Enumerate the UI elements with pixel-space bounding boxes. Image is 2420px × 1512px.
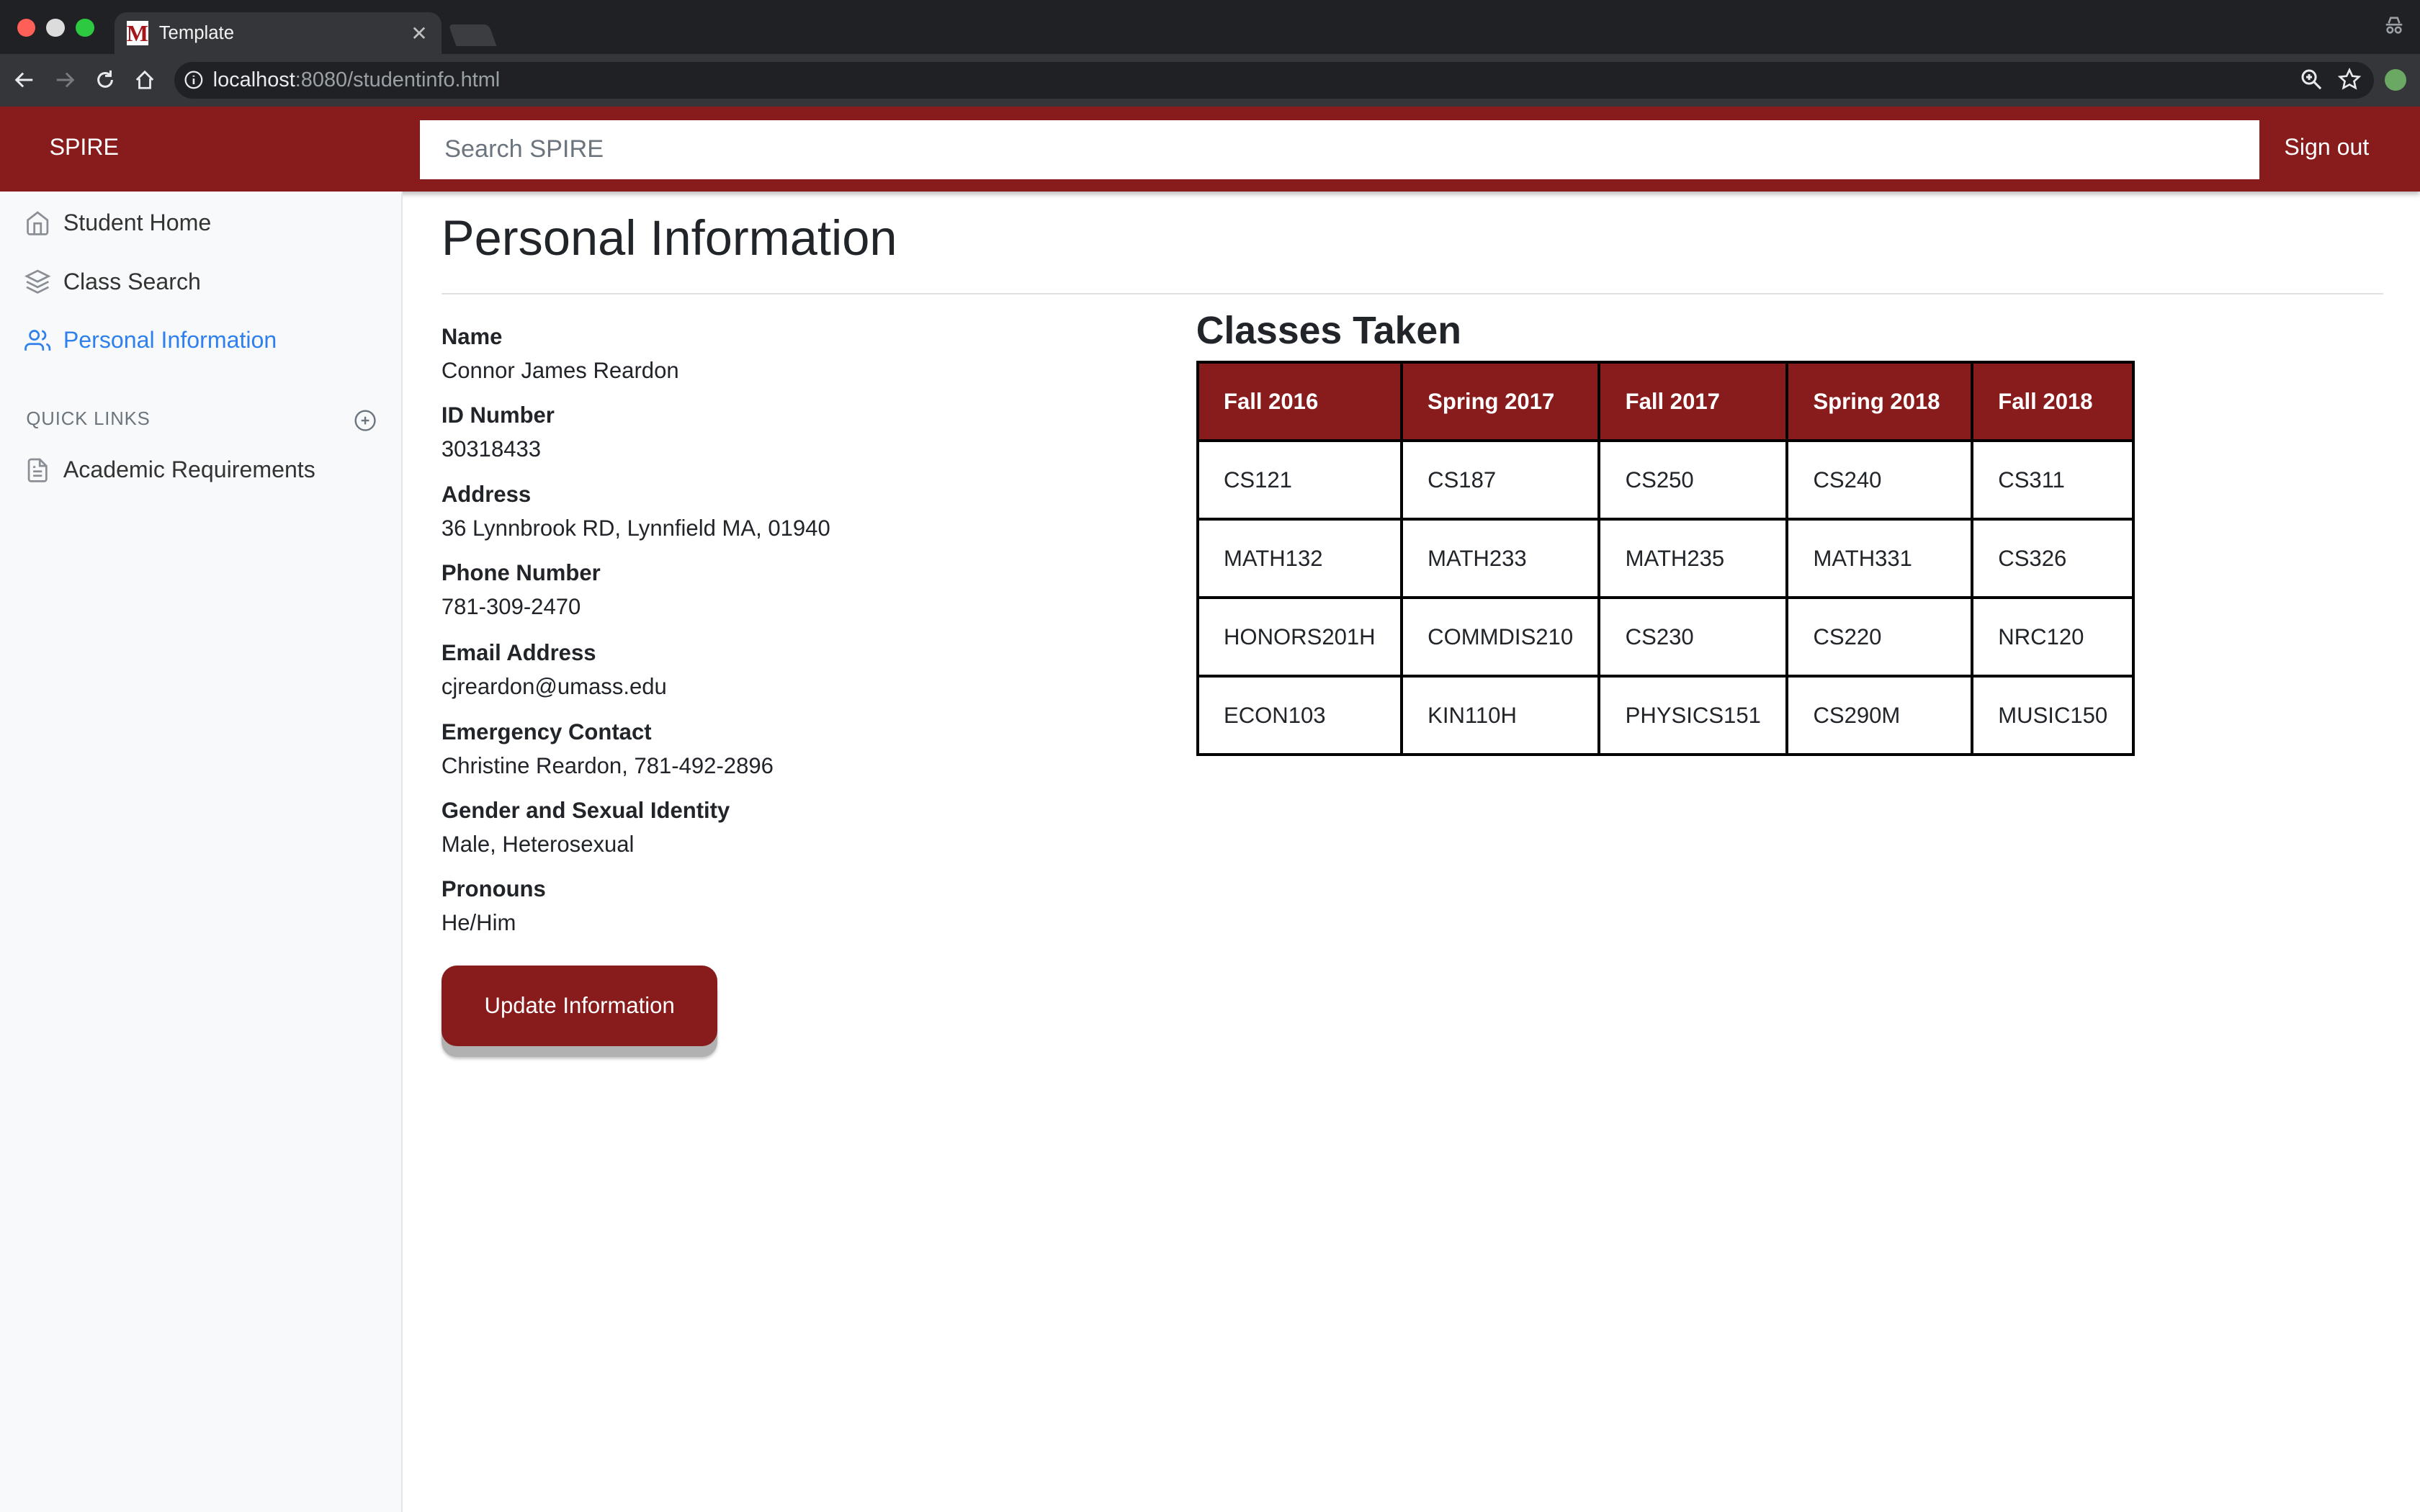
url-text: localhost:8080/studentinfo.html [212, 68, 501, 91]
browser-tab[interactable]: M Template ✕ [114, 12, 442, 54]
column-header: Fall 2016 [1196, 361, 1403, 443]
field-value-email: cjreardon@umass.edu [441, 674, 667, 700]
layers-icon [24, 269, 51, 294]
column-header: Spring 2018 [1785, 361, 1973, 443]
zoom-icon[interactable] [2300, 68, 2323, 91]
column-header: Fall 2017 [1597, 361, 1789, 443]
field-value-name: Connor James Reardon [441, 358, 679, 384]
quick-links-heading: QUICK LINKS [26, 408, 151, 429]
signout-link[interactable]: Sign out [2284, 134, 2369, 161]
address-bar[interactable]: localhost:8080/studentinfo.html [174, 61, 2374, 99]
sidebar-item-label: Class Search [63, 268, 201, 294]
new-tab-button[interactable] [448, 24, 497, 47]
sidebar-item-label: Personal Information [63, 327, 277, 354]
sidebar-item-class-search[interactable]: Class Search [24, 269, 201, 295]
reload-icon [97, 71, 113, 89]
brand-link[interactable]: SPIRE [50, 134, 119, 161]
extension-icon[interactable] [2384, 69, 2406, 91]
field-label-emergency-contact: Emergency Contact [441, 719, 652, 744]
table-cell: CS326 [1971, 518, 2136, 600]
favicon-icon: M [126, 19, 149, 46]
search-input[interactable] [419, 120, 2260, 179]
add-circle-icon[interactable] [354, 409, 377, 432]
table-cell: CS121 [1196, 439, 1403, 521]
users-icon [24, 329, 51, 351]
file-icon [27, 458, 48, 482]
table-cell: CS311 [1971, 439, 2136, 521]
minimize-window-button[interactable] [46, 18, 65, 37]
arrow-left-icon [14, 72, 33, 88]
field-label-id: ID Number [441, 402, 555, 428]
table-cell: CS220 [1785, 596, 1973, 678]
app-header: SPIRE Sign out [0, 106, 2420, 192]
classes-taken-heading: Classes Taken [1196, 309, 1461, 352]
update-information-button[interactable]: Update Information [441, 966, 718, 1046]
sidebar-item-personal-information[interactable]: Personal Information [24, 327, 277, 354]
home-icon [27, 210, 49, 235]
table-row: MATH132 MATH233 MATH235 MATH331 CS326 [1196, 518, 2136, 600]
field-value-pronouns: He/Him [441, 910, 516, 936]
table-cell: MUSIC150 [1971, 675, 2136, 757]
field-label-pronouns: Pronouns [441, 876, 546, 902]
field-label-address: Address [441, 481, 532, 507]
browser-titlebar: M Template ✕ [0, 0, 2420, 54]
back-button[interactable] [4, 60, 45, 101]
table-cell: COMMDIS210 [1399, 596, 1601, 678]
table-cell: CS230 [1597, 596, 1789, 678]
star-icon[interactable] [2338, 68, 2362, 91]
table-row: HONORS201H COMMDIS210 CS230 CS220 NRC120 [1196, 596, 2136, 678]
sidebar: Student Home Class Search Personal Infor… [0, 191, 403, 1512]
table-cell: CS250 [1597, 439, 1789, 521]
sidebar-item-label: Student Home [63, 210, 212, 236]
page-title: Personal Information [441, 210, 897, 266]
field-label-email: Email Address [441, 640, 596, 666]
arrow-right-icon [56, 72, 75, 88]
home-icon [136, 71, 154, 90]
field-value-address: 36 Lynnbrook RD, Lynnfield MA, 01940 [441, 515, 830, 541]
divider [441, 293, 2383, 295]
sidebar-item-student-home[interactable]: Student Home [24, 210, 211, 236]
table-cell: MATH235 [1597, 518, 1789, 600]
forward-button[interactable] [45, 60, 85, 101]
field-value-emergency-contact: Christine Reardon, 781-492-2896 [441, 752, 774, 778]
table-cell: CS290M [1785, 675, 1973, 757]
sidebar-item-label: Academic Requirements [63, 456, 315, 483]
maximize-window-button[interactable] [76, 18, 94, 37]
browser-toolbar: localhost:8080/studentinfo.html [0, 54, 2420, 107]
column-header: Fall 2018 [1971, 361, 2136, 443]
field-label-phone: Phone Number [441, 559, 601, 585]
info-icon[interactable] [184, 70, 204, 90]
table-cell: MATH233 [1399, 518, 1601, 600]
close-window-button[interactable] [17, 18, 36, 37]
table-row: ECON103 KIN110H PHYSICS151 CS290M MUSIC1… [1196, 675, 2136, 757]
field-value-id: 30318433 [441, 436, 542, 462]
table-cell: HONORS201H [1196, 596, 1403, 678]
table-cell: MATH132 [1196, 518, 1403, 600]
tab-title: Template [158, 22, 234, 43]
home-button[interactable] [125, 60, 166, 101]
incognito-icon [2385, 17, 2402, 35]
table-cell: MATH331 [1785, 518, 1973, 600]
table-cell: CS240 [1785, 439, 1973, 521]
table-cell: ECON103 [1196, 675, 1403, 757]
table-cell: KIN110H [1399, 675, 1601, 757]
sidebar-item-academic-requirements[interactable]: Academic Requirements [24, 456, 315, 483]
reload-button[interactable] [85, 60, 125, 101]
table-cell: NRC120 [1971, 596, 2136, 678]
classes-table: Fall 2016 Spring 2017 Fall 2017 Spring 2… [1196, 361, 2136, 757]
column-header: Spring 2017 [1399, 361, 1601, 443]
field-label-gender: Gender and Sexual Identity [441, 797, 730, 823]
field-value-gender: Male, Heterosexual [441, 832, 635, 857]
table-cell: PHYSICS151 [1597, 675, 1789, 757]
table-row: CS121 CS187 CS250 CS240 CS311 [1196, 439, 2136, 521]
table-cell: CS187 [1399, 439, 1601, 521]
table-header-row: Fall 2016 Spring 2017 Fall 2017 Spring 2… [1196, 361, 2136, 443]
field-value-phone: 781-309-2470 [441, 594, 581, 619]
field-label-name: Name [441, 324, 503, 349]
tab-close-icon[interactable]: ✕ [411, 22, 427, 45]
